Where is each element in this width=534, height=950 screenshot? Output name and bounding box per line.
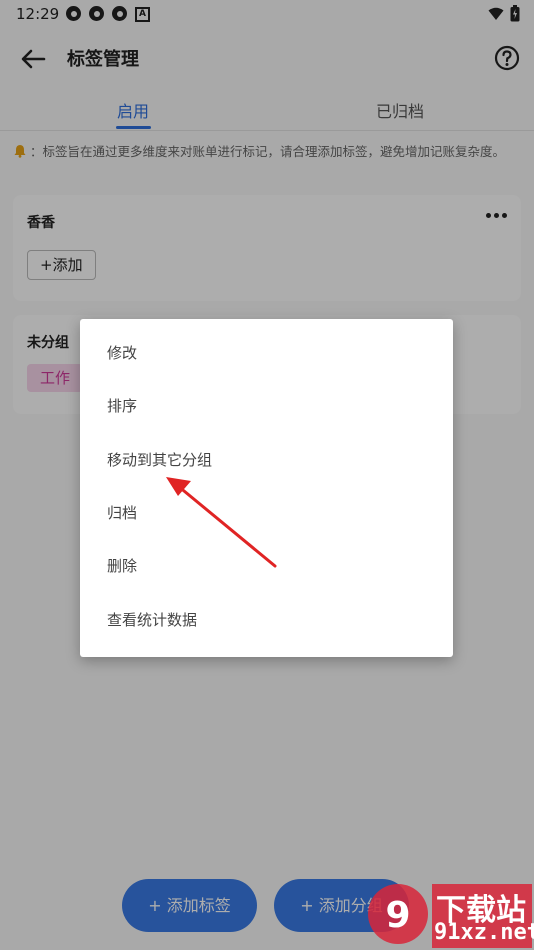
menu-item-move-to-group[interactable]: 移动到其它分组 — [80, 435, 453, 488]
menu-item-label: 移动到其它分组 — [107, 451, 213, 469]
menu-item-edit[interactable]: 修改 — [80, 328, 453, 381]
menu-item-label: 修改 — [107, 344, 138, 362]
svg-text:9: 9 — [385, 895, 410, 936]
screen: 12:29 A 标签管理 启用 已归档 ：标签旨在通过更多维度来对账单进行标记，… — [0, 0, 534, 950]
menu-item-label: 删除 — [107, 557, 138, 575]
watermark-url: 91xz.net — [434, 920, 534, 945]
menu-item-label: 归档 — [107, 504, 138, 522]
menu-item-sort[interactable]: 排序 — [80, 381, 453, 434]
menu-item-delete[interactable]: 删除 — [80, 541, 453, 594]
menu-item-label: 排序 — [107, 397, 138, 415]
menu-item-statistics[interactable]: 查看统计数据 — [80, 595, 453, 648]
menu-item-label: 查看统计数据 — [107, 611, 198, 629]
context-menu: 修改 排序 移动到其它分组 归档 删除 查看统计数据 — [80, 319, 453, 657]
menu-item-archive[interactable]: 归档 — [80, 488, 453, 541]
